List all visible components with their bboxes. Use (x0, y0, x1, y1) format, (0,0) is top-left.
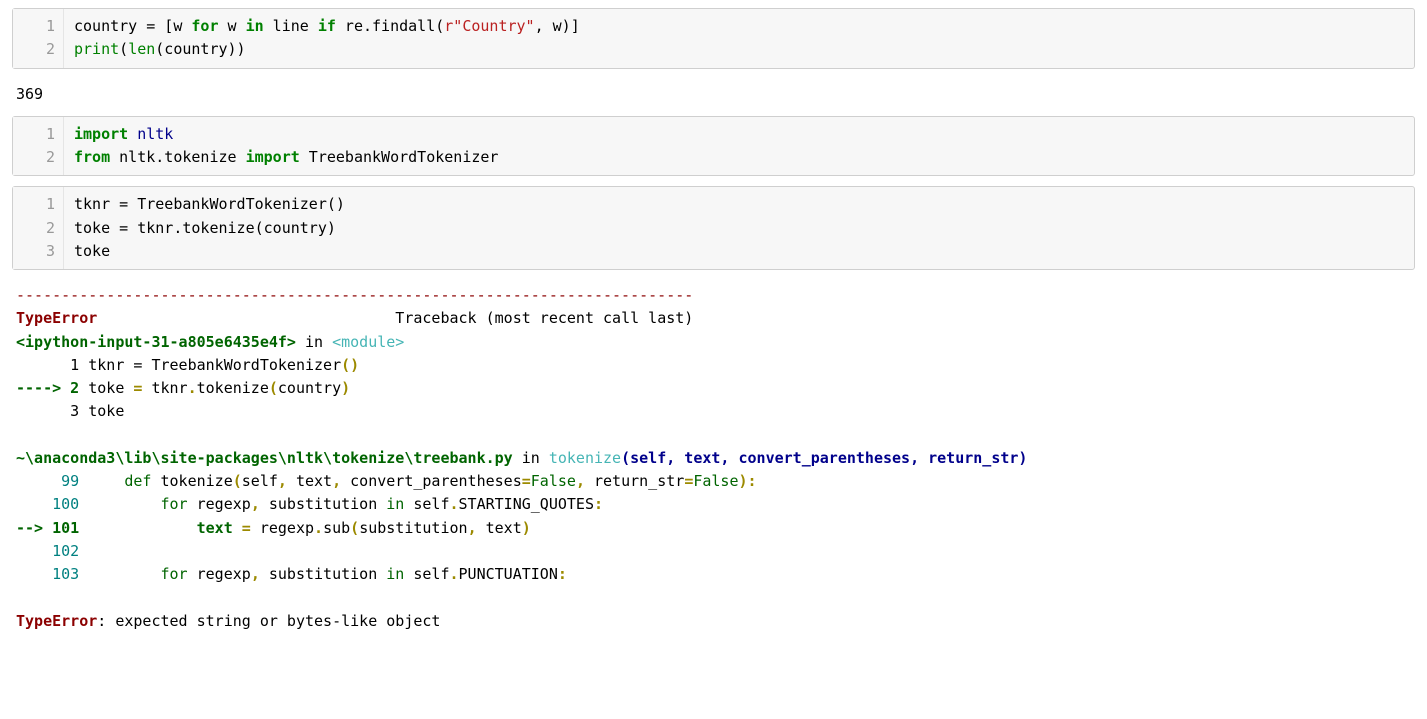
code-area-3[interactable]: tknr = TreebankWordTokenizer() toke = tk… (64, 187, 1414, 269)
code-cell-1[interactable]: 1 2 country = [w for w in line if re.fin… (12, 8, 1415, 69)
gutter-3: 1 2 3 (13, 187, 64, 269)
code-area-1[interactable]: country = [w for w in line if re.findall… (64, 9, 1414, 68)
code-area-2[interactable]: import nltk from nltk.tokenize import Tr… (64, 117, 1414, 176)
code-cell-2[interactable]: 1 2 import nltk from nltk.tokenize impor… (12, 116, 1415, 177)
traceback-output: ----------------------------------------… (12, 280, 1415, 643)
gutter-1: 1 2 (13, 9, 64, 68)
output-1: 369 (12, 79, 1415, 116)
code-cell-3[interactable]: 1 2 3 tknr = TreebankWordTokenizer() tok… (12, 186, 1415, 270)
gutter-2: 1 2 (13, 117, 64, 176)
